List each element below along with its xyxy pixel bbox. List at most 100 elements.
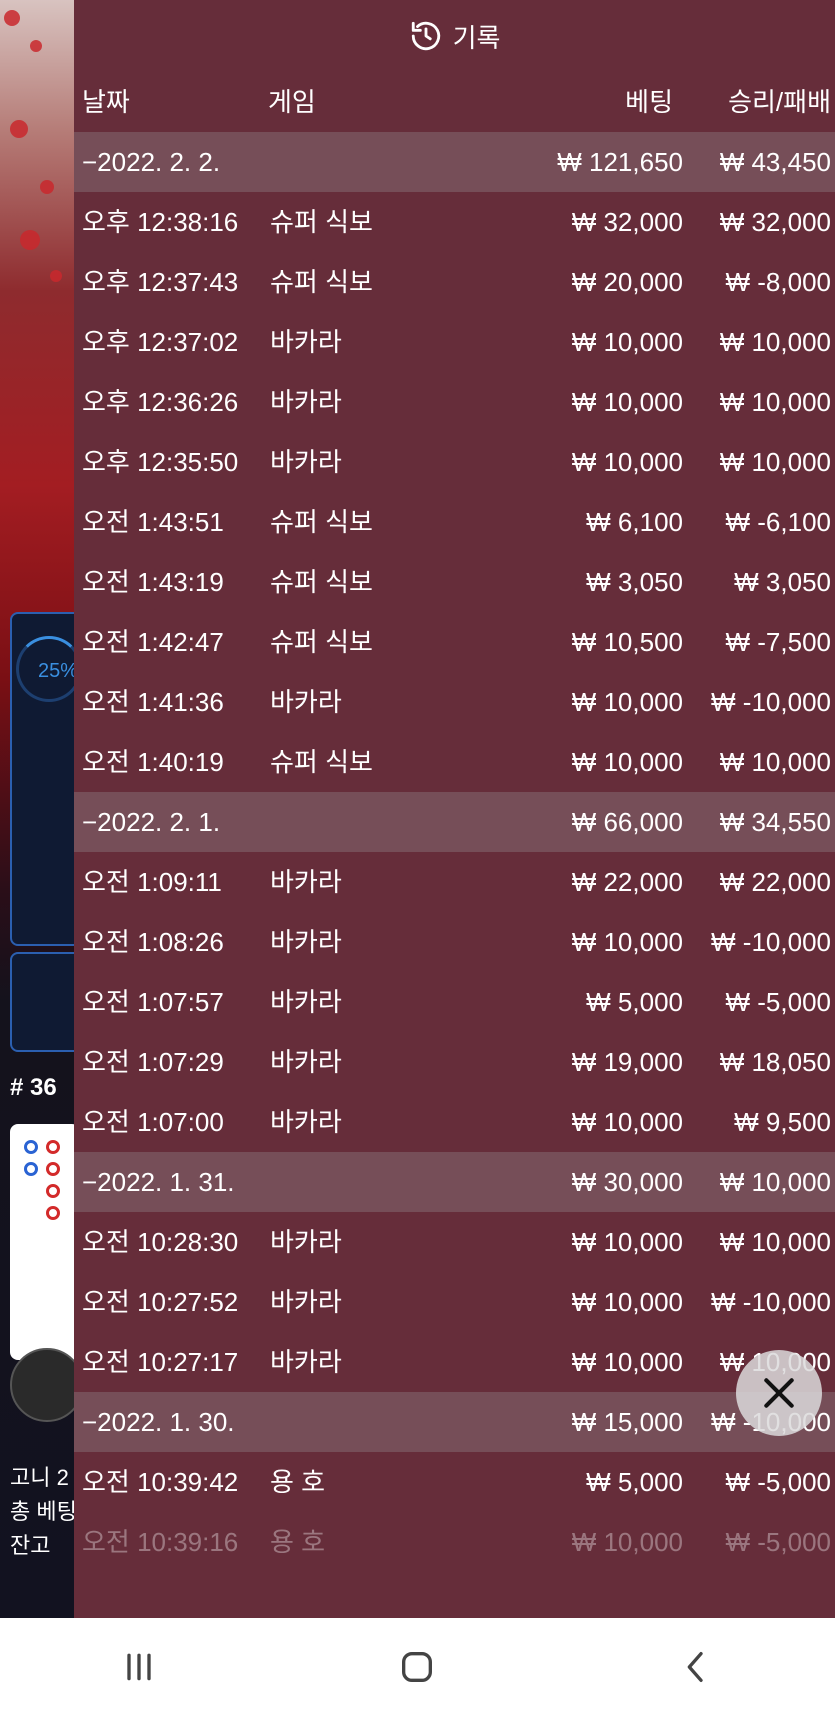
row-result: ₩ -10,000 [711,1287,831,1317]
history-row[interactable]: 오전 1:07:29 바카라 ₩ 19,000 ₩ 18,050 [74,1032,835,1092]
date-group-header[interactable]: −2022. 1. 30.₩ 15,000₩ -10,000 [74,1392,835,1452]
group-result-total: ₩ 10,000 [719,1167,831,1197]
date-group-header[interactable]: −2022. 2. 1. ₩ 66,000 ₩ 34,550 [74,792,835,852]
row-time: 오전 10:39:16 [82,1527,239,1557]
round-number: # 36 [10,1074,57,1101]
row-time: 오전 10:39:42 [82,1467,239,1497]
row-game: 슈퍼 식보 [270,627,373,657]
system-navbar [0,1618,835,1716]
history-row[interactable]: 오전 1:08:26 바카라 ₩ 10,000 ₩ -10,000 [74,912,835,972]
history-row[interactable]: 오후 12:37:43 슈퍼 식보 ₩ 20,000 ₩ -8,000 [74,252,835,312]
group-bet-total: ₩ 66,000 [571,807,683,837]
row-time: 오전 1:42:47 [82,627,224,657]
history-row[interactable]: 오전 10:27:52 바카라 ₩ 10,000 ₩ -10,000 [74,1272,835,1332]
row-time: 오전 10:27:17 [82,1347,239,1377]
row-result: ₩ -10,000 [711,687,831,717]
row-bet: ₩ 10,000 [571,1287,683,1317]
row-game: 바카라 [270,1107,342,1137]
row-time: 오후 12:35:50 [82,447,239,477]
group-result-total: ₩ 34,550 [719,807,831,837]
history-row[interactable]: 오전 1:09:11 바카라 ₩ 22,000 ₩ 22,000 [74,852,835,912]
history-row[interactable]: 오후 12:38:16 슈퍼 식보 ₩ 32,000 ₩ 32,000 [74,192,835,252]
date-group-header[interactable]: −2022. 1. 31. ₩ 30,000 ₩ 10,000 [74,1152,835,1212]
row-result: ₩ -5,000 [725,1527,832,1557]
row-bet: ₩ 5,000 [586,987,683,1017]
player-name: 고니 2 [10,1465,69,1490]
row-bet: ₩ 10,500 [571,627,683,657]
row-game: 바카라 [270,987,342,1017]
history-row[interactable]: 오전 1:07:57 바카라 ₩ 5,000 ₩ -5,000 [74,972,835,1032]
history-row[interactable]: 오전 1:07:00 바카라 ₩ 10,000 ₩ 9,500 [74,1092,835,1152]
group-bet-total: ₩ 15,000 [571,1407,683,1437]
row-result: ₩ 10,000 [719,387,831,417]
history-row[interactable]: 오전 1:42:47 슈퍼 식보 ₩ 10,500 ₩ -7,500 [74,612,835,672]
row-time: 오전 1:07:00 [82,1107,224,1137]
row-bet: ₩ 10,000 [571,327,683,357]
row-bet: ₩ 10,000 [571,1347,683,1377]
history-row[interactable]: 오전 1:43:51 슈퍼 식보 ₩ 6,100 ₩ -6,100 [74,492,835,552]
row-time: 오전 1:08:26 [82,927,224,957]
row-result: ₩ 22,000 [719,867,831,897]
history-row[interactable]: 오전 1:43:19 슈퍼 식보 ₩ 3,050 ₩ 3,050 [74,552,835,612]
recent-apps-icon [127,1653,151,1681]
row-result: ₩ -6,100 [725,507,832,537]
chip-icon[interactable] [10,1348,74,1422]
row-time: 오후 12:37:43 [82,267,239,297]
row-game: 바카라 [270,1227,342,1257]
row-game: 슈퍼 식보 [270,747,373,777]
home-button[interactable] [387,1637,447,1697]
back-icon [687,1652,703,1682]
history-row[interactable]: 오후 12:36:26 바카라 ₩ 10,000 ₩ 10,000 [74,372,835,432]
row-time: 오후 12:38:16 [82,207,239,237]
row-bet: ₩ 6,100 [586,507,683,537]
history-row[interactable]: 오전 10:39:42 용 호 ₩ 5,000 ₩ -5,000 [74,1452,835,1512]
history-row[interactable]: 오전 10:39:16 용 호 ₩ 10,000 ₩ -5,000 [74,1512,835,1572]
row-bet: ₩ 10,000 [571,747,683,777]
date-group-header[interactable]: −2022. 2. 2. ₩ 121,650 ₩ 43,450 [74,132,835,192]
row-result: ₩ -5,000 [725,1467,832,1497]
row-time: 오후 12:37:02 [82,327,239,357]
row-time: 오전 1:09:11 [82,867,222,897]
column-bet: 베팅 [625,87,673,117]
row-game: 바카라 [270,327,342,357]
row-time: 오전 1:40:19 [82,747,224,777]
row-bet: ₩ 10,000 [571,1527,683,1557]
row-game: 슈퍼 식보 [270,207,373,237]
history-panel: 기록 날짜 게임 베팅 승리/패배 −2022. 2. 2. ₩ 121,650 ₩… [74,0,835,1618]
history-list[interactable]: −2022. 2. 2. ₩ 121,650 ₩ 43,450 오후 12:38:16… [74,132,835,1572]
close-icon [764,1378,794,1408]
group-date: −2022. 2. 1. [82,807,221,837]
row-time: 오전 1:43:51 [82,507,224,537]
history-row[interactable]: 오후 12:35:50 바카라 ₩ 10,000 ₩ 10,000 [74,432,835,492]
row-time: 오전 10:27:52 [82,1287,239,1317]
history-row[interactable]: 오후 12:37:02 바카라 ₩ 10,000 ₩ 10,000 [74,312,835,372]
row-result: ₩ 18,050 [719,1047,831,1077]
home-icon [402,1652,433,1682]
history-row[interactable]: 오전 1:40:19 슈퍼 식보 ₩ 10,000 ₩ 10,000 [74,732,835,792]
close-button[interactable] [736,1350,822,1436]
row-bet: ₩ 10,000 [571,927,683,957]
group-date: −2022. 1. 30. [82,1407,235,1437]
history-row[interactable]: 오전 10:28:30 바카라 ₩ 10,000 ₩ 10,000 [74,1212,835,1272]
row-game: 슈퍼 식보 [270,567,373,597]
back-button[interactable] [666,1637,726,1697]
row-result: ₩ 32,000 [719,207,831,237]
row-bet: ₩ 10,000 [571,1227,683,1257]
total-bet: 총 베팅 ₩0 [10,1499,74,1524]
history-row[interactable]: 오전 1:41:36 바카라 ₩ 10,000 ₩ -10,000 [74,672,835,732]
recent-apps-button[interactable] [109,1637,169,1697]
row-bet: ₩ 19,000 [571,1047,683,1077]
group-result-total: ₩ 43,450 [719,147,831,177]
history-row[interactable]: 오전 10:27:17바카라₩ 10,000₩ 10,000 [74,1332,835,1392]
row-game: 바카라 [270,387,342,417]
page-title: 기록 [452,22,501,53]
row-time: 오전 1:43:19 [82,567,224,597]
row-bet: ₩ 22,000 [571,867,683,897]
row-bet: ₩ 10,000 [571,447,683,477]
history-icon [411,21,440,51]
bead-road [10,1124,74,1360]
column-game: 게임 [268,87,316,117]
row-time: 오후 12:36:26 [82,387,239,417]
row-game: 바카라 [270,1287,342,1317]
row-result: ₩ 10,000 [719,327,831,357]
